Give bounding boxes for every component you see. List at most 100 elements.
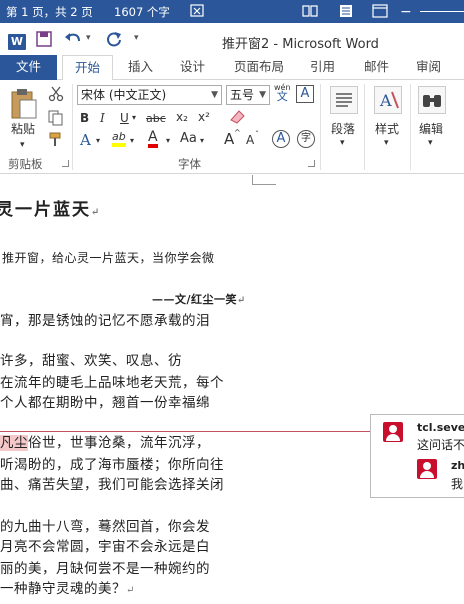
editing-label[interactable]: 编辑 (419, 120, 443, 137)
char-shading-button[interactable]: A (272, 130, 290, 148)
grow-font-arrow-icon: ^ (234, 128, 241, 137)
comment-balloon[interactable]: tcl.sever 这问话不 zh 我的 (370, 414, 464, 498)
document-canvas[interactable]: 灵一片蓝天↵ 推开窗，给心灵一片蓝天，当你学会微 ——文/红尘一笑↵ 宵，那是锈… (0, 175, 464, 604)
status-bar: 第 1 页，共 2 页 1607 个字 − (0, 0, 464, 23)
paste-dropdown-icon[interactable]: ▾ (20, 140, 25, 150)
proofing-icon[interactable] (190, 4, 206, 18)
doc-line-1: 推开窗，给心灵一片蓝天，当你学会微 (2, 251, 215, 265)
font-color-button[interactable]: A (148, 130, 158, 148)
doc-line-9: 曲、痛苦失望，我们可能会选择关闭 (0, 477, 224, 493)
svg-text:A: A (379, 91, 392, 110)
format-painter-icon[interactable] (48, 132, 64, 148)
highlight-dropdown-icon[interactable]: ▾ (130, 136, 134, 145)
tab-insert[interactable]: 插入 (128, 55, 153, 80)
margin-mark (252, 175, 276, 185)
tab-design[interactable]: 设计 (180, 55, 205, 80)
grow-font-button[interactable]: A (224, 130, 234, 148)
shrink-font-arrow-icon: ˇ (255, 130, 259, 139)
italic-button[interactable]: I (100, 111, 105, 125)
text-effects-button[interactable]: A (80, 131, 91, 149)
paragraph-dropdown-icon[interactable]: ▾ (340, 138, 345, 148)
font-size-value: 五号 (230, 88, 255, 102)
tab-file[interactable]: 文件 (0, 55, 57, 80)
tab-page-layout[interactable]: 页面布局 (234, 55, 284, 80)
tab-review[interactable]: 审阅 (416, 55, 441, 80)
paste-icon[interactable] (10, 88, 38, 120)
highlight-button[interactable]: ab (112, 130, 126, 147)
doc-line-4: 许多，甜蜜、欢笑、叹息、彷 (0, 353, 182, 369)
font-launcher-icon[interactable] (308, 160, 315, 167)
avatar (383, 422, 403, 442)
phonetic-guide-button[interactable]: wén 文 (274, 83, 291, 102)
group-divider (72, 84, 73, 170)
page-info[interactable]: 第 1 页，共 2 页 (6, 4, 93, 20)
web-layout-icon[interactable] (372, 4, 388, 18)
change-case-dropdown-icon[interactable]: ▾ (200, 136, 204, 145)
cut-icon[interactable] (48, 86, 64, 102)
font-size-select[interactable]: 五号 ▼ (226, 85, 270, 105)
clipboard-launcher-icon[interactable] (62, 160, 69, 167)
underline-button[interactable]: U (120, 111, 129, 125)
paragraph-label[interactable]: 段落 (331, 120, 355, 137)
font-name-select[interactable]: 宋体 (中文正文) ▼ (77, 85, 222, 105)
clear-formatting-icon[interactable] (228, 108, 246, 124)
reply-text[interactable]: 我的 (451, 475, 464, 492)
superscript-button[interactable]: x² (198, 110, 210, 124)
print-layout-icon[interactable] (338, 4, 354, 18)
doc-line-11: 月亮不会常圆，宇宙不会永远是白 (0, 539, 210, 555)
doc-line-8: 听渴盼的，成了海市蜃楼；你所向往 (0, 457, 224, 473)
word-count[interactable]: 1607 个字 (114, 4, 170, 20)
ribbon: 粘贴 ▾ 剪贴板 宋体 (中文正文) ▼ 五号 ▼ wén 文 A B I U … (0, 80, 464, 174)
shrink-font-button[interactable]: A (246, 133, 254, 147)
strikethrough-button[interactable]: abc (146, 112, 166, 125)
zoom-slider[interactable] (420, 11, 464, 12)
doc-line-10: 的九曲十八弯，蓦然回首，你会发 (0, 519, 210, 535)
comment-text[interactable]: 这问话不 (417, 436, 464, 453)
avatar (417, 459, 437, 479)
comment-connector-line (0, 431, 370, 432)
clipboard-group-label: 剪贴板 (8, 157, 43, 171)
editing-dropdown-icon[interactable]: ▾ (428, 138, 433, 148)
enclose-chars-button[interactable]: 字 (297, 130, 315, 148)
window-title: 推开窗2 - Microsoft Word (222, 37, 379, 52)
styles-dropdown-icon[interactable]: ▾ (384, 138, 389, 148)
subscript-button[interactable]: x₂ (176, 110, 188, 124)
char-border-button[interactable]: A (296, 85, 314, 103)
copy-icon[interactable] (48, 110, 64, 126)
tab-mailings[interactable]: 邮件 (364, 55, 389, 80)
zoom-out-icon[interactable]: − (400, 4, 412, 20)
undo-dropdown-icon[interactable]: ▾ (86, 33, 91, 43)
styles-label[interactable]: 样式 (375, 120, 399, 137)
binoculars-icon[interactable] (418, 86, 446, 114)
undo-icon[interactable] (64, 31, 82, 47)
customize-qat-icon[interactable]: ▾ (134, 33, 139, 43)
title-bar: W ▾ ▾ 推开窗2 - Microsoft Word (0, 23, 464, 55)
chevron-down-icon: ▼ (259, 90, 266, 100)
font-group-label: 字体 (178, 157, 201, 171)
font-name-value: 宋体 (中文正文) (81, 88, 167, 102)
paste-label[interactable]: 粘贴 (11, 120, 35, 137)
phonetic-guide-char: 文 (276, 90, 288, 103)
comment-author: tcl.sever (417, 421, 464, 434)
font-color-dropdown-icon[interactable]: ▾ (166, 136, 170, 145)
underline-dropdown-icon[interactable]: ▾ (132, 113, 136, 122)
tab-references[interactable]: 引用 (310, 55, 335, 80)
paragraph-icon[interactable] (330, 86, 358, 114)
redo-icon[interactable] (106, 31, 122, 47)
doc-line-3: 宵，那是锈蚀的记忆不愿承载的泪 (0, 313, 210, 329)
group-divider (320, 84, 321, 170)
group-divider (410, 84, 411, 170)
reply-author: zh (451, 459, 464, 472)
change-case-button[interactable]: Aa (180, 131, 197, 146)
doc-line-6: 个人都在期盼中，翘首一份幸福绵 (0, 395, 210, 411)
word-logo-icon: W (8, 34, 26, 50)
bold-button[interactable]: B (80, 111, 89, 125)
highlighted-text[interactable]: 凡尘 (0, 435, 28, 451)
group-divider (364, 84, 365, 170)
read-mode-icon[interactable] (302, 4, 318, 18)
styles-icon[interactable]: A (374, 86, 402, 114)
tab-home[interactable]: 开始 (62, 55, 114, 81)
document-title: 灵一片蓝天↵ (0, 200, 102, 220)
save-icon[interactable] (36, 31, 52, 47)
text-effects-dropdown-icon[interactable]: ▾ (96, 136, 100, 145)
